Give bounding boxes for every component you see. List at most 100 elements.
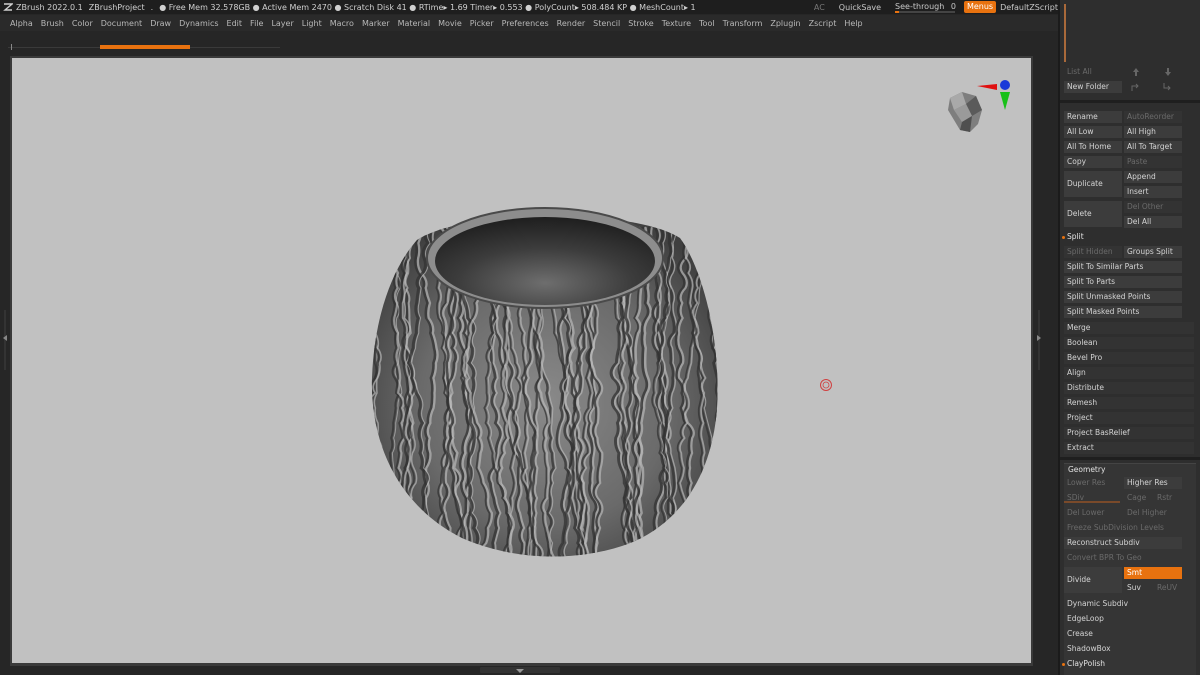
arrow-down-right-icon[interactable] [1162, 82, 1174, 92]
menu-zscript[interactable]: Zscript [809, 19, 837, 28]
menu-document[interactable]: Document [101, 19, 142, 28]
duplicate-button[interactable]: Duplicate [1064, 171, 1122, 197]
freeze-subdiv-button[interactable]: Freeze SubDivision Levels [1064, 522, 1182, 534]
menu-marker[interactable]: Marker [362, 19, 390, 28]
higher-res-button[interactable]: Higher Res [1124, 477, 1182, 489]
subtool-list-area[interactable] [1064, 4, 1194, 62]
bevel-pro-section[interactable]: Bevel Pro [1064, 352, 1194, 364]
menu-dynamics[interactable]: Dynamics [179, 19, 218, 28]
claypolish-section[interactable]: ClayPolish [1062, 658, 1105, 670]
zbrush-logo-icon [3, 3, 13, 11]
dynamic-subdiv-section[interactable]: Dynamic Subdiv [1064, 598, 1194, 610]
split-similar-parts-button[interactable]: Split To Similar Parts [1064, 261, 1182, 273]
groups-split-button[interactable]: Groups Split [1124, 246, 1182, 258]
project-basrelief-section[interactable]: Project BasRelief [1064, 427, 1194, 439]
right-tray-handle[interactable] [1036, 310, 1042, 370]
menu-color[interactable]: Color [72, 19, 93, 28]
split-unmasked-button[interactable]: Split Unmasked Points [1064, 291, 1182, 303]
menus-button[interactable]: Menus [963, 1, 997, 13]
append-button[interactable]: Append [1124, 171, 1182, 183]
menu-preferences[interactable]: Preferences [502, 19, 549, 28]
tool-palette-panel: List All New Folder Rename AutoReorder A… [1058, 0, 1200, 675]
menu-stencil[interactable]: Stencil [593, 19, 620, 28]
split-active-dot [1062, 235, 1065, 239]
navigation-gizmo-icon[interactable] [942, 76, 1014, 150]
boolean-section[interactable]: Boolean [1064, 337, 1194, 349]
menu-brush[interactable]: Brush [41, 19, 64, 28]
bottom-tray-handle[interactable] [480, 667, 560, 673]
smt-toggle[interactable]: Smt [1124, 567, 1182, 579]
see-through-track [895, 10, 956, 13]
quicksave-button[interactable]: QuickSave [839, 3, 881, 12]
menu-stroke[interactable]: Stroke [628, 19, 654, 28]
move-up-icon[interactable] [1130, 67, 1142, 77]
menu-macro[interactable]: Macro [330, 19, 354, 28]
move-down-icon[interactable] [1162, 67, 1174, 77]
merge-section[interactable]: Merge [1064, 322, 1194, 334]
divide-button[interactable]: Divide [1064, 567, 1122, 593]
menu-light[interactable]: Light [302, 19, 322, 28]
all-to-target-button[interactable]: All To Target [1124, 141, 1182, 153]
menu-layer[interactable]: Layer [271, 19, 293, 28]
del-lower-button[interactable]: Del Lower [1064, 507, 1122, 519]
arrow-up-right-icon[interactable] [1130, 82, 1142, 92]
sculpted-pot-model[interactable] [12, 58, 1031, 663]
left-tray-handle[interactable] [2, 310, 8, 370]
cage-button[interactable]: Cage [1124, 492, 1152, 504]
menu-material[interactable]: Material [398, 19, 431, 28]
edgeloop-section[interactable]: EdgeLoop [1064, 613, 1194, 625]
claypolish-label: ClayPolish [1067, 659, 1106, 668]
del-all-button[interactable]: Del All [1124, 216, 1182, 228]
menu-picker[interactable]: Picker [470, 19, 494, 28]
split-to-parts-button[interactable]: Split To Parts [1064, 276, 1182, 288]
insert-button[interactable]: Insert [1124, 186, 1182, 198]
geometry-header[interactable]: Geometry [1068, 464, 1105, 476]
default-zscript-button[interactable]: DefaultZScript [1000, 3, 1058, 12]
menu-texture[interactable]: Texture [662, 19, 691, 28]
menu-alpha[interactable]: Alpha [10, 19, 33, 28]
rstr-button[interactable]: Rstr [1154, 492, 1182, 504]
rename-button[interactable]: Rename [1064, 111, 1122, 123]
ac-button[interactable]: AC [814, 3, 825, 12]
split-header[interactable]: Split [1062, 231, 1084, 243]
distribute-section[interactable]: Distribute [1064, 382, 1194, 394]
menu-help[interactable]: Help [844, 19, 862, 28]
menu-render[interactable]: Render [557, 19, 585, 28]
copy-button[interactable]: Copy [1064, 156, 1122, 168]
menu-transform[interactable]: Transform [723, 19, 763, 28]
split-masked-button[interactable]: Split Masked Points [1064, 306, 1182, 318]
menu-draw[interactable]: Draw [150, 19, 171, 28]
menu-zplugin[interactable]: Zplugin [770, 19, 800, 28]
menu-edit[interactable]: Edit [227, 19, 243, 28]
all-low-button[interactable]: All Low [1064, 126, 1122, 138]
auto-reorder-button[interactable]: AutoReorder [1124, 111, 1182, 123]
menu-tool[interactable]: Tool [699, 19, 715, 28]
document-canvas[interactable] [12, 58, 1031, 663]
extract-section[interactable]: Extract [1064, 442, 1194, 454]
crease-section[interactable]: Crease [1064, 628, 1194, 640]
menu-movie[interactable]: Movie [438, 19, 462, 28]
shadowbox-section[interactable]: ShadowBox [1064, 643, 1194, 655]
project-section[interactable]: Project [1064, 412, 1194, 424]
unsaved-indicator: . [150, 2, 154, 12]
all-high-button[interactable]: All High [1124, 126, 1182, 138]
del-other-button[interactable]: Del Other [1124, 201, 1182, 213]
pot-opening [435, 217, 655, 305]
all-to-home-button[interactable]: All To Home [1064, 141, 1122, 153]
paste-button[interactable]: Paste [1124, 156, 1182, 168]
del-higher-button[interactable]: Del Higher [1124, 507, 1182, 519]
reuv-toggle[interactable]: ReUV [1154, 582, 1182, 594]
suv-toggle[interactable]: Suv [1124, 582, 1152, 594]
reconstruct-subdiv-button[interactable]: Reconstruct Subdiv [1064, 537, 1182, 549]
list-all-button[interactable]: List All [1064, 66, 1120, 78]
progress-bar [8, 44, 280, 50]
menu-file[interactable]: File [250, 19, 263, 28]
delete-button[interactable]: Delete [1064, 201, 1122, 227]
split-hidden-button[interactable]: Split Hidden [1064, 246, 1122, 258]
see-through-slider[interactable]: See-through 0 [895, 2, 956, 13]
lower-res-button[interactable]: Lower Res [1064, 477, 1122, 489]
align-section[interactable]: Align [1064, 367, 1194, 379]
new-folder-button[interactable]: New Folder [1064, 81, 1122, 93]
remesh-section[interactable]: Remesh [1064, 397, 1194, 409]
convert-bpr-button[interactable]: Convert BPR To Geo [1064, 552, 1182, 564]
